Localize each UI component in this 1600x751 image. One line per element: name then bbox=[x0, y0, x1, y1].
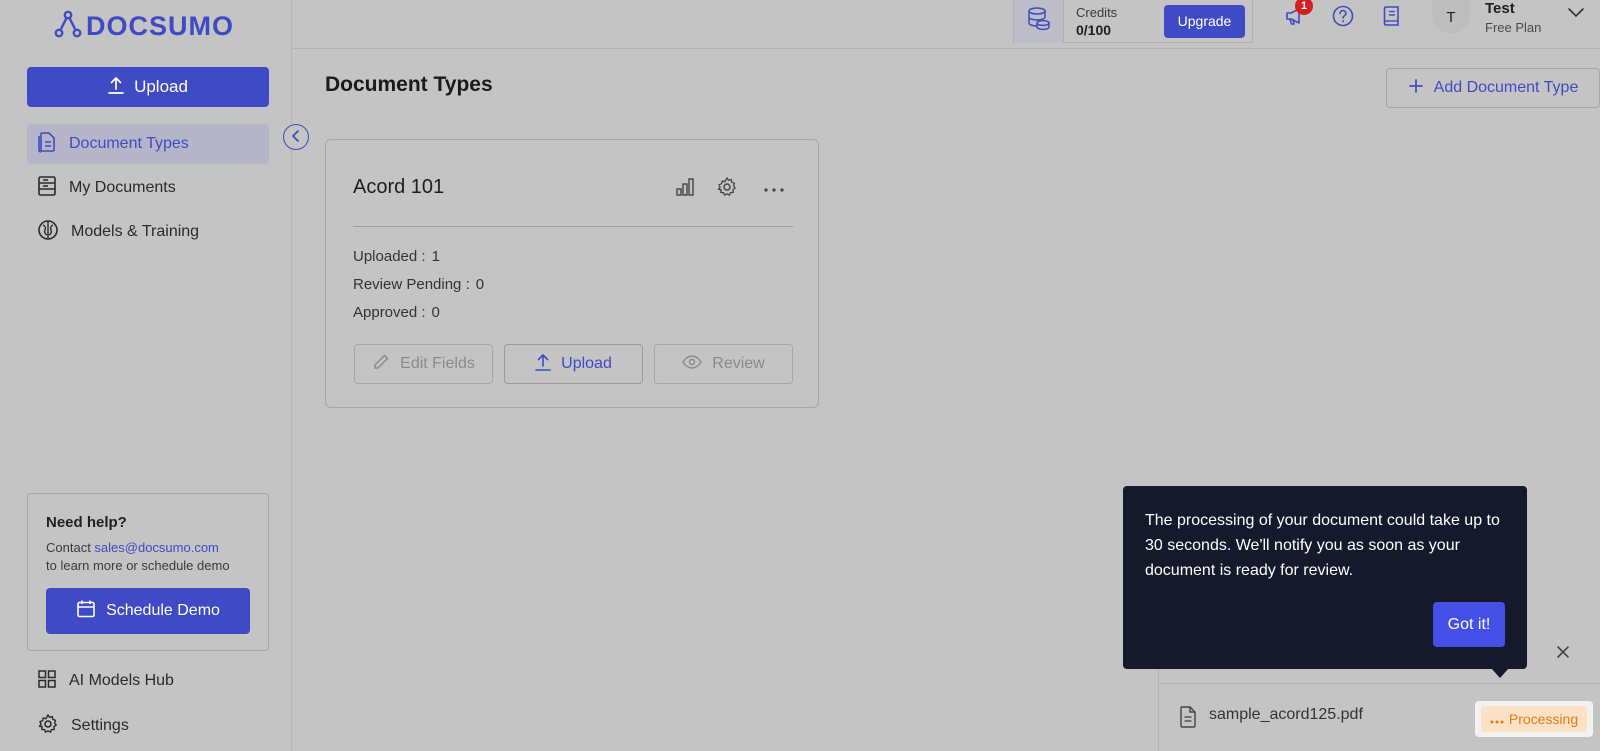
notification-badge: 1 bbox=[1295, 0, 1313, 15]
help-title: Need help? bbox=[46, 514, 127, 531]
upload-icon bbox=[108, 76, 124, 99]
sidebar-item-label: Models & Training bbox=[71, 223, 200, 240]
user-avatar[interactable]: T bbox=[1432, 0, 1470, 34]
analytics-button[interactable] bbox=[673, 176, 697, 200]
card-settings-button[interactable] bbox=[715, 176, 739, 200]
stat-label: Uploaded : bbox=[353, 248, 426, 265]
sidebar-upload-button[interactable]: Upload bbox=[27, 67, 269, 107]
card-divider bbox=[353, 226, 793, 227]
docsumo-logo-icon bbox=[54, 10, 82, 43]
file-name: sample_acord125.pdf bbox=[1209, 706, 1363, 723]
chevron-left-icon bbox=[291, 129, 301, 145]
docsumo-logo-text: DOCSUMO bbox=[86, 11, 234, 41]
topbar: Credits 0/100 Upgrade 1 T Test Free Plan bbox=[292, 0, 1600, 49]
user-menu-button[interactable] bbox=[1567, 6, 1585, 21]
sidebar-upload-label: Upload bbox=[134, 77, 188, 96]
schedule-demo-button[interactable]: Schedule Demo bbox=[46, 588, 250, 634]
tooltip-arrow bbox=[1491, 668, 1509, 678]
announcements-button[interactable]: 1 bbox=[1283, 0, 1313, 29]
sidebar-item-ai-models-hub[interactable]: AI Models Hub bbox=[27, 661, 269, 701]
credits-label: Credits bbox=[1076, 4, 1118, 20]
stat-approved: Approved : 0 bbox=[353, 304, 440, 321]
question-circle-icon bbox=[1332, 5, 1354, 30]
sidebar-item-settings[interactable]: Settings bbox=[27, 706, 269, 746]
card-title: Acord 101 bbox=[353, 176, 445, 198]
sidebar: DOCSUMO Upload Document Types My Documen… bbox=[0, 0, 292, 751]
edit-fields-button[interactable]: Edit Fields bbox=[354, 344, 493, 384]
loading-dots-icon bbox=[1490, 711, 1504, 727]
stat-label: Review Pending : bbox=[353, 276, 470, 293]
chevron-down-icon bbox=[1567, 6, 1585, 21]
card-upload-label: Upload bbox=[561, 355, 612, 372]
sidebar-item-models-training[interactable]: Models & Training bbox=[27, 212, 269, 252]
user-plan: Free Plan bbox=[1485, 20, 1542, 35]
add-document-type-label: Add Document Type bbox=[1433, 79, 1579, 96]
my-documents-icon bbox=[37, 175, 57, 202]
review-button[interactable]: Review bbox=[654, 344, 793, 384]
help-contact-suffix: to learn more or schedule demo bbox=[46, 558, 230, 573]
help-contact-prefix: Contact bbox=[46, 540, 95, 555]
docsumo-logo[interactable]: DOCSUMO bbox=[54, 10, 234, 43]
processing-tooltip: The processing of your document could ta… bbox=[1123, 486, 1527, 678]
sidebar-item-my-documents[interactable]: My Documents bbox=[27, 168, 269, 208]
credits-value: 0/100 bbox=[1076, 21, 1112, 38]
brain-icon bbox=[37, 219, 59, 246]
sidebar-item-label: AI Models Hub bbox=[69, 672, 174, 689]
edit-fields-label: Edit Fields bbox=[400, 355, 475, 372]
processing-status-wrap: Processing bbox=[1475, 701, 1593, 737]
book-icon bbox=[1382, 5, 1402, 30]
gear-icon bbox=[37, 713, 59, 740]
processing-status-label: Processing bbox=[1508, 711, 1579, 727]
plus-icon bbox=[1408, 78, 1424, 99]
gear-icon bbox=[716, 176, 738, 201]
add-document-type-button[interactable]: Add Document Type bbox=[1386, 68, 1600, 108]
document-type-card: Acord 101 Uploaded :1 Review Pending :0 … bbox=[325, 139, 819, 408]
more-horizontal-icon bbox=[763, 181, 785, 196]
got-it-button[interactable]: Got it! bbox=[1433, 602, 1505, 647]
file-icon bbox=[1179, 706, 1197, 733]
help-box: Need help? Contact sales@docsumo.com to … bbox=[27, 493, 269, 651]
user-name: Test bbox=[1485, 0, 1515, 17]
docs-button[interactable] bbox=[1380, 5, 1404, 29]
help-text: Contact sales@docsumo.com to learn more … bbox=[46, 539, 250, 575]
help-button[interactable] bbox=[1331, 5, 1355, 29]
stat-value: 0 bbox=[431, 304, 440, 321]
database-icon bbox=[1027, 6, 1051, 37]
credits-info: Credits 0/100 bbox=[1064, 5, 1164, 38]
upgrade-button[interactable]: Upgrade bbox=[1164, 4, 1245, 38]
document-types-icon bbox=[37, 131, 57, 158]
card-upload-button[interactable]: Upload bbox=[504, 344, 643, 384]
page-title: Document Types bbox=[325, 73, 493, 96]
tooltip-text: The processing of your document could ta… bbox=[1145, 512, 1500, 579]
credits-icon-wrap bbox=[1014, 0, 1064, 43]
stat-review-pending: Review Pending : 0 bbox=[353, 276, 484, 293]
eye-icon bbox=[682, 354, 703, 374]
stat-label: Approved : bbox=[353, 304, 426, 321]
sales-email-link[interactable]: sales@docsumo.com bbox=[94, 540, 218, 555]
card-more-button[interactable] bbox=[762, 176, 786, 200]
schedule-demo-label: Schedule Demo bbox=[106, 602, 220, 619]
upload-queue-item: sample_acord125.pdf Processing bbox=[1159, 684, 1600, 751]
stat-uploaded: Uploaded : 1 bbox=[353, 248, 440, 265]
sidebar-item-label: My Documents bbox=[69, 179, 176, 196]
credits-box: Credits 0/100 Upgrade bbox=[1013, 0, 1253, 43]
grid-icon bbox=[37, 669, 57, 694]
sidebar-collapse-button[interactable] bbox=[283, 124, 309, 150]
queue-close-button[interactable] bbox=[1556, 645, 1570, 662]
sidebar-item-document-types[interactable]: Document Types bbox=[27, 124, 269, 164]
close-icon bbox=[1556, 646, 1570, 662]
sidebar-item-label: Settings bbox=[71, 717, 129, 734]
review-label: Review bbox=[712, 355, 765, 372]
bar-chart-icon bbox=[675, 177, 695, 200]
processing-status-badge: Processing bbox=[1480, 706, 1588, 732]
stat-value: 0 bbox=[475, 276, 485, 293]
pencil-icon bbox=[372, 353, 390, 376]
stat-value: 1 bbox=[431, 248, 440, 265]
upload-icon bbox=[535, 353, 551, 376]
calendar-icon bbox=[76, 599, 96, 624]
sidebar-item-label: Document Types bbox=[69, 135, 189, 152]
